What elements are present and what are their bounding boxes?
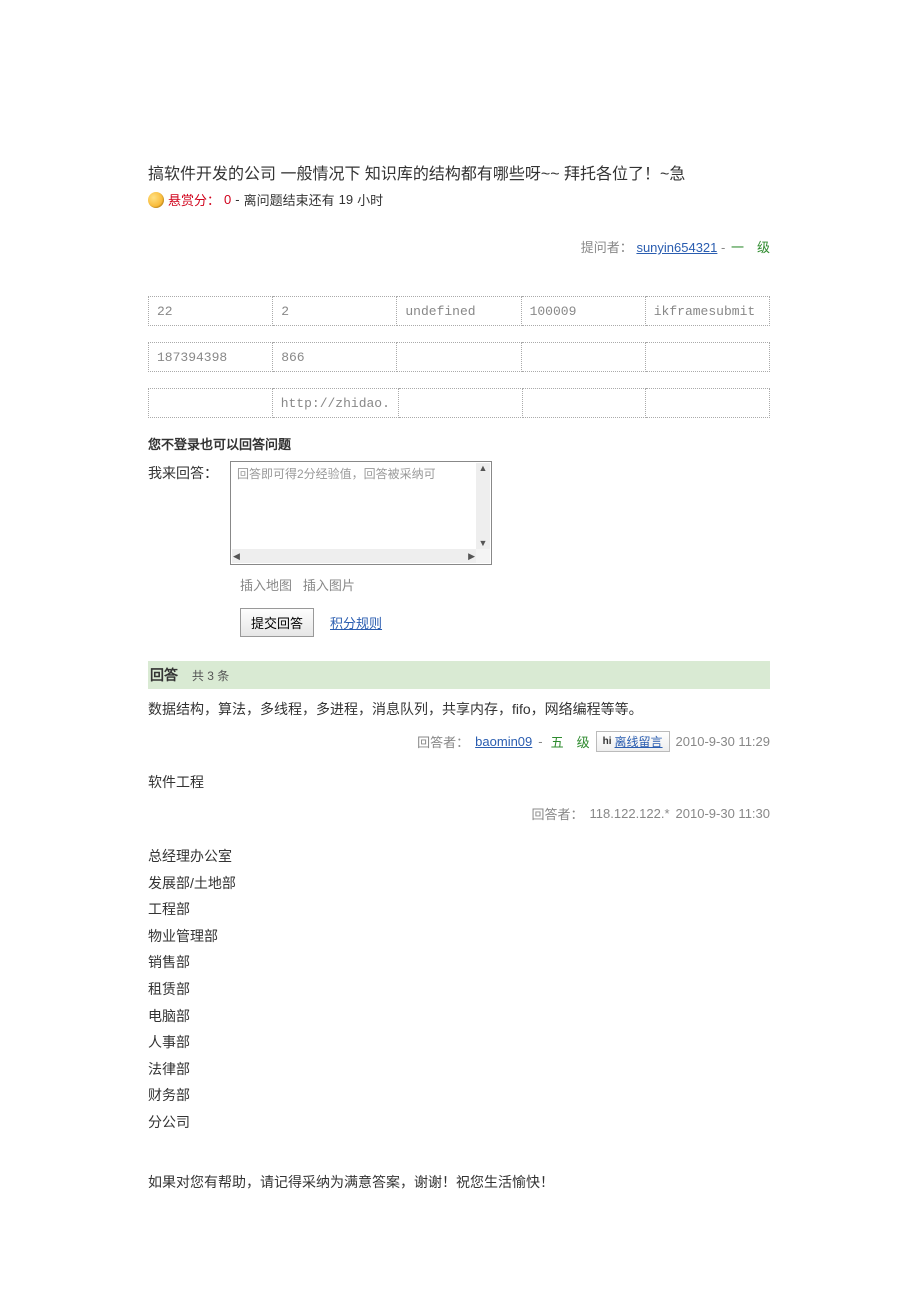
cell: 866 (273, 343, 397, 372)
answer-body: 软件工程 (148, 772, 770, 792)
cell: undefined (397, 297, 521, 326)
i-answer-label: 我来回答： (148, 461, 218, 483)
asker-row: 提问者： sunyin654321 - 一 级 (148, 237, 770, 256)
cell: 187394398 (149, 343, 273, 372)
cell: ikframesubmit (645, 297, 769, 326)
list-item: 电脑部 (148, 1003, 770, 1030)
answer-meta: 回答者： baomin09 - 五 级 hi 离线留言 2010-9-30 11… (148, 731, 770, 752)
vertical-scrollbar[interactable]: ▲ ▼ (476, 463, 490, 549)
list-item: 物业管理部 (148, 923, 770, 950)
list-item: 租赁部 (148, 976, 770, 1003)
list-item: 财务部 (148, 1082, 770, 1109)
answer-time: 2010-9-30 11:30 (676, 806, 770, 821)
list-item: 工程部 (148, 896, 770, 923)
answers-header: 回答 共 3 条 (148, 661, 770, 689)
cell (645, 343, 769, 372)
answer-textarea[interactable]: 回答即可得2分经验值，回答被采纳可 ▲ ▼ ◀ ▶ (230, 461, 492, 565)
answer-placeholder: 回答即可得2分经验值，回答被采纳可 (237, 465, 473, 482)
department-list: 总经理办公室 发展部/土地部 工程部 物业管理部 销售部 租赁部 电脑部 人事部… (148, 843, 770, 1136)
insert-map-link[interactable]: 插入地图 (240, 578, 292, 593)
answer-body: 数据结构，算法，多线程，多进程，消息队列，共享内存，fifo，网络编程等等。 (148, 699, 770, 719)
insert-pic-link[interactable]: 插入图片 (303, 578, 355, 593)
cell (398, 389, 522, 418)
table-row: 187394398 866 (149, 343, 770, 372)
answer-time: 2010-9-30 11:29 (676, 734, 770, 749)
data-table-1: 22 2 undefined 100009 ikframesubmit (148, 296, 770, 326)
scroll-down-icon[interactable]: ▼ (478, 538, 489, 549)
offline-message-badge[interactable]: hi 离线留言 (596, 731, 670, 752)
login-note: 您不登录也可以回答问题 (148, 434, 770, 453)
table-row: http://zhidao. (149, 389, 770, 418)
asker-link[interactable]: sunyin654321 (636, 240, 717, 255)
time-left-prefix: 离问题结束还有 (244, 190, 335, 209)
asker-label: 提问者： (581, 240, 633, 255)
answers-title: 回答 (150, 667, 178, 683)
answer-user-link[interactable]: baomin09 (475, 734, 532, 749)
cell (149, 389, 273, 418)
table-row: 22 2 undefined 100009 ikframesubmit (149, 297, 770, 326)
scroll-right-icon[interactable]: ▶ (467, 551, 476, 562)
list-item: 总经理办公室 (148, 843, 770, 870)
data-table-3: http://zhidao. (148, 388, 770, 418)
time-left-value: 19 (339, 192, 353, 207)
time-left-suffix: 小时 (357, 190, 383, 209)
question-title: 搞软件开发的公司 一般情况下 知识库的结构都有哪些呀~~ 拜托各位了！~急 (148, 160, 770, 184)
asker-level: 一 级 (731, 240, 770, 255)
answers-count: 共 3 条 (192, 669, 229, 683)
cell: 2 (273, 297, 397, 326)
scroll-up-icon[interactable]: ▲ (478, 463, 489, 474)
answer-meta-label: 回答者： (417, 732, 469, 751)
list-item: 人事部 (148, 1029, 770, 1056)
hi-icon: hi (603, 736, 612, 747)
answer-ip: 118.122.122.* (590, 806, 670, 821)
cell: http://zhidao. (272, 389, 398, 418)
scroll-left-icon[interactable]: ◀ (232, 551, 241, 562)
reward-value: 0 (224, 192, 231, 207)
reward-label: 悬赏分： (168, 190, 220, 209)
answer-user-level: 五 级 (551, 732, 590, 751)
cell: 100009 (521, 297, 645, 326)
scroll-corner (476, 549, 490, 563)
horizontal-scrollbar[interactable]: ◀ ▶ (232, 549, 476, 563)
cell (522, 389, 646, 418)
cell (646, 389, 770, 418)
offline-message-label: 离线留言 (615, 733, 663, 750)
list-item: 销售部 (148, 949, 770, 976)
question-meta: 悬赏分： 0 - 离问题结束还有 19 小时 (148, 190, 770, 209)
cell: 22 (149, 297, 273, 326)
list-item: 发展部/土地部 (148, 870, 770, 897)
answer-meta-label: 回答者： (532, 804, 584, 823)
data-table-2: 187394398 866 (148, 342, 770, 372)
submit-answer-button[interactable]: 提交回答 (240, 608, 314, 637)
list-item: 分公司 (148, 1109, 770, 1136)
coin-icon (148, 192, 164, 208)
list-item: 法律部 (148, 1056, 770, 1083)
answer-meta: 回答者： 118.122.122.* 2010-9-30 11:30 (148, 804, 770, 823)
meta-sep: - (235, 192, 239, 207)
closing-text: 如果对您有帮助，请记得采纳为满意答案，谢谢！祝您生活愉快！ (148, 1172, 770, 1192)
points-rules-link[interactable]: 积分规则 (330, 613, 382, 632)
asker-sep: - (721, 240, 729, 255)
cell (397, 343, 521, 372)
cell (521, 343, 645, 372)
